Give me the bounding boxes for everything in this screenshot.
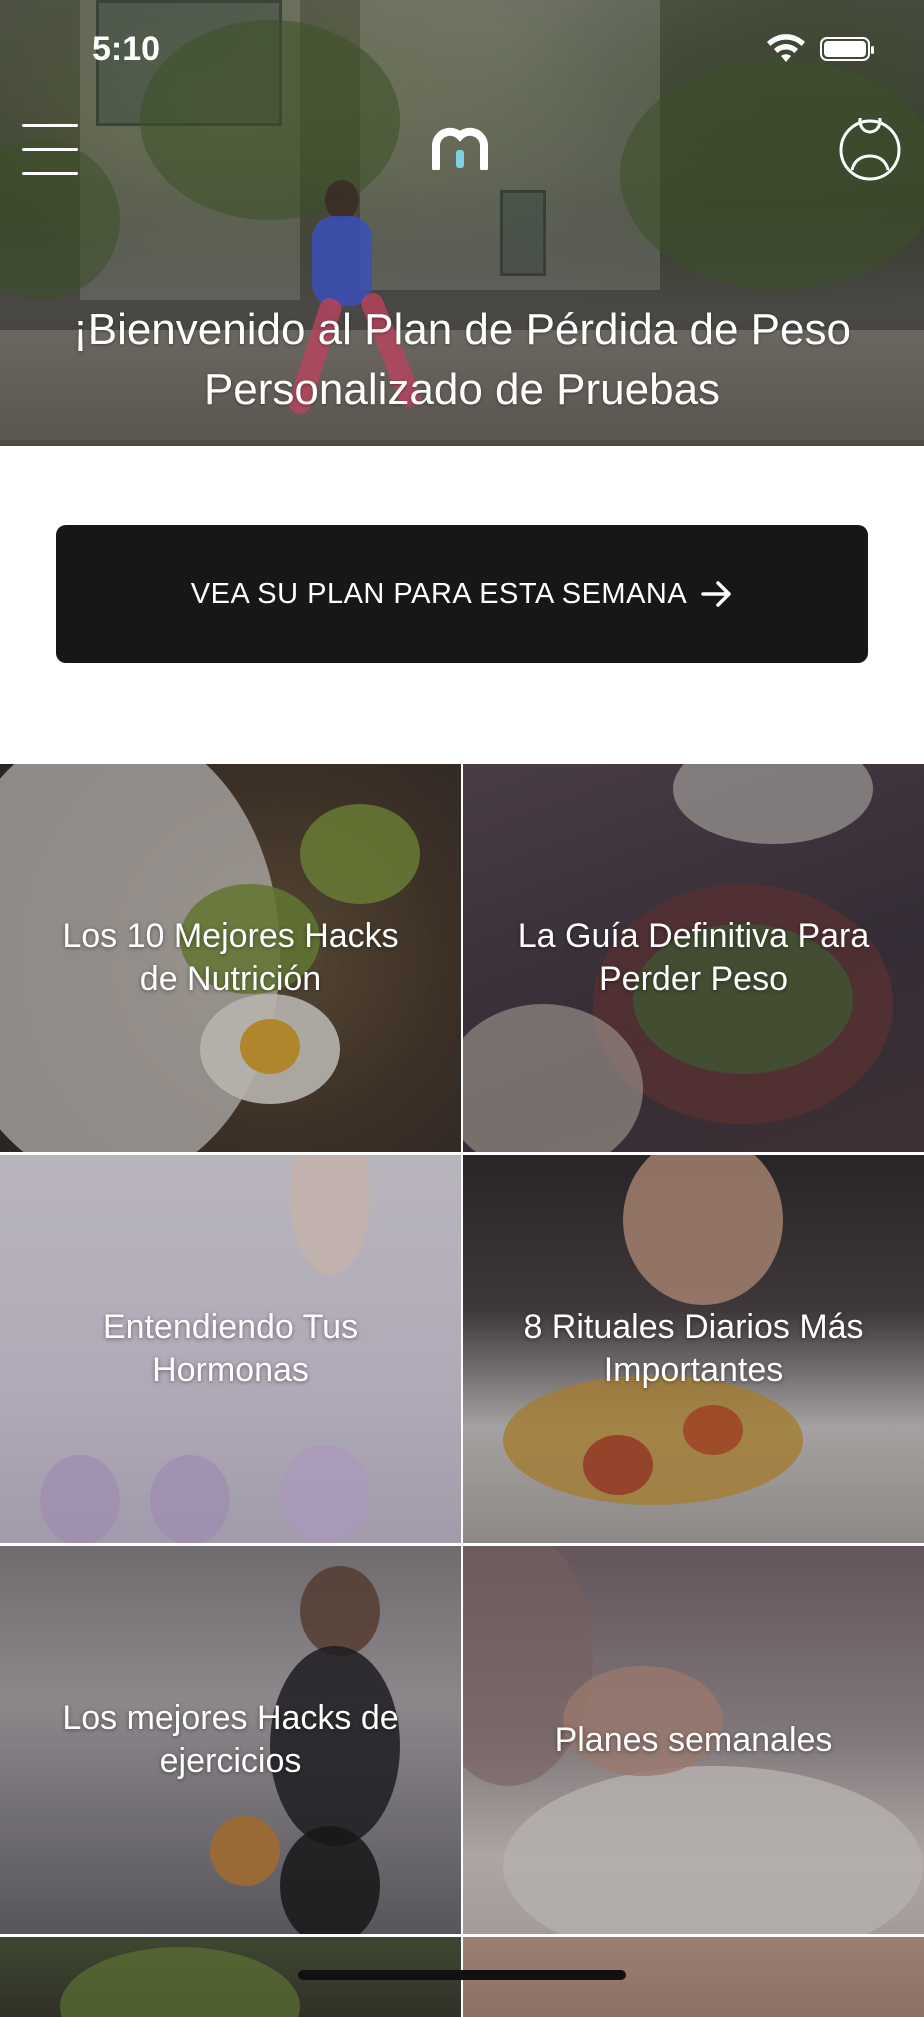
cta-label: VEA SU PLAN PARA ESTA SEMANA <box>190 577 688 610</box>
arrow-right-icon <box>701 581 731 607</box>
article-tile-nutrition-hacks[interactable]: Los 10 Mejores Hacks de Nutrición <box>0 764 461 1152</box>
status-icons <box>766 34 874 64</box>
hero-banner: 5:10 ¡Bienvenido al Plan de Pérdida de P… <box>0 0 924 446</box>
hero-tree <box>140 20 400 220</box>
tile-label: Entendiendo Tus Hormonas <box>102 1308 359 1389</box>
view-weekly-plan-button[interactable]: VEA SU PLAN PARA ESTA SEMANA <box>56 525 868 663</box>
tile-label: Planes semanales <box>554 1720 833 1759</box>
m-logo-icon <box>432 127 488 170</box>
hero-window <box>500 190 546 276</box>
runner-body <box>312 216 372 306</box>
hero-divider <box>0 440 924 446</box>
runner-head <box>325 180 359 220</box>
status-time: 5:10 <box>92 30 161 68</box>
hamburger-menu-icon[interactable] <box>22 120 80 180</box>
wifi-icon <box>767 34 805 62</box>
article-tile-hormones[interactable]: Entendiendo Tus Hormonas <box>0 1155 461 1543</box>
home-indicator[interactable] <box>298 1970 626 1980</box>
tile-label: 8 Rituales Diarios Más Importantes <box>523 1308 864 1389</box>
article-tile-weekly-plans[interactable]: Planes semanales <box>463 1546 924 1934</box>
tile-label: Los mejores Hacks de ejercicios <box>62 1699 399 1780</box>
page-title: ¡Bienvenido al Plan de Pérdida de Peso P… <box>73 305 851 414</box>
article-tile-exercise-hacks[interactable]: Los mejores Hacks de ejercicios <box>0 1546 461 1934</box>
article-tile-weight-loss-guide[interactable]: La Guía Definitiva Para Perder Peso <box>463 764 924 1152</box>
tile-label: Los 10 Mejores Hacks de Nutrición <box>62 917 399 998</box>
battery-icon <box>820 37 874 61</box>
user-profile-icon[interactable] <box>838 118 902 182</box>
article-tile-daily-rituals[interactable]: 8 Rituales Diarios Más Importantes <box>463 1155 924 1543</box>
tile-label: La Guía Definitiva Para Perder Peso <box>517 917 870 998</box>
